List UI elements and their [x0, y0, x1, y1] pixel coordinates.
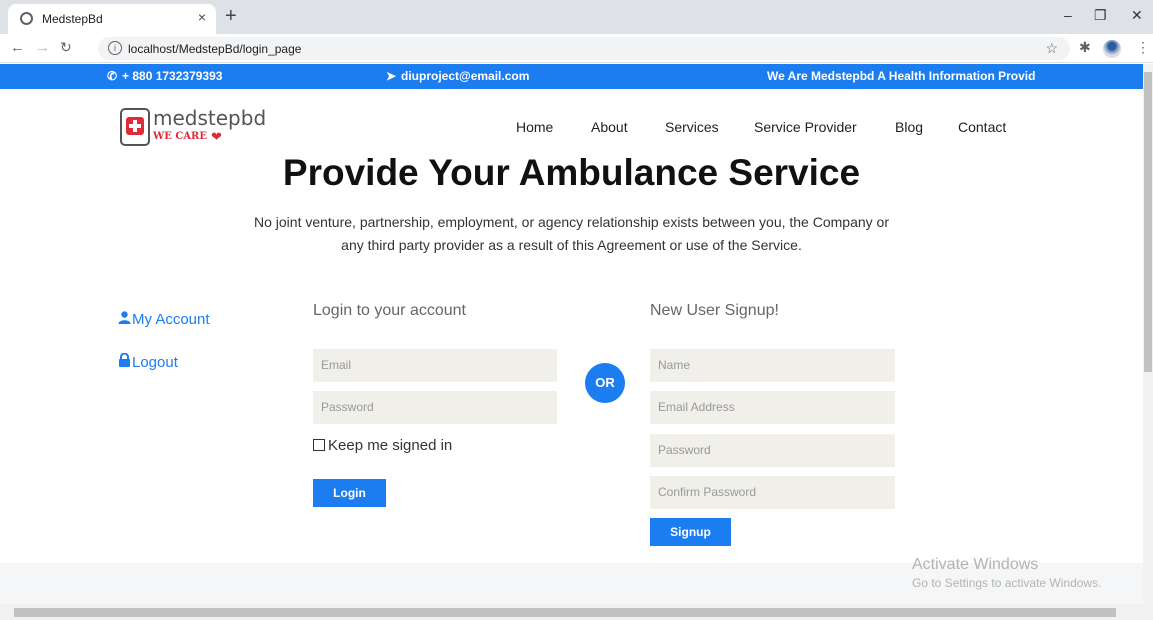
- activate-windows-title: Activate Windows: [912, 556, 1039, 573]
- vertical-scroll-thumb[interactable]: [1144, 72, 1152, 372]
- vertical-scrollbar[interactable]: [1143, 64, 1153, 604]
- menu-kebab-icon[interactable]: ⋮: [1136, 39, 1150, 56]
- keep-signed-in-label: Keep me signed in: [328, 437, 453, 454]
- keep-signed-in[interactable]: Keep me signed in: [313, 437, 452, 454]
- keep-signed-in-checkbox[interactable]: [313, 439, 325, 451]
- horizontal-scrollbar[interactable]: [0, 604, 1153, 620]
- browser-tab[interactable]: MedstepBd ×: [8, 4, 216, 34]
- sidebar-my-account[interactable]: My Account: [118, 311, 210, 328]
- forward-arrow-icon[interactable]: →: [35, 39, 50, 56]
- tab-close-icon[interactable]: ×: [198, 9, 206, 25]
- back-arrow-icon[interactable]: ←: [10, 39, 25, 56]
- window-close-icon[interactable]: ✕: [1131, 7, 1143, 24]
- login-password-input[interactable]: [313, 391, 557, 424]
- send-icon: ➤: [386, 69, 397, 83]
- heart-icon: ❤: [211, 129, 222, 144]
- tab-title: MedstepBd: [42, 12, 103, 26]
- site-logo[interactable]: medstepbd WE CARE ❤: [120, 106, 270, 148]
- signup-name-input[interactable]: [650, 349, 895, 382]
- profile-avatar[interactable]: [1103, 40, 1121, 58]
- tagline-marquee: We Are Medstepbd A Health Information Pr…: [767, 69, 1036, 83]
- description-line-1: No joint venture, partnership, employmen…: [253, 214, 889, 230]
- page-title: Provide Your Ambulance Service: [282, 152, 861, 193]
- nav-about[interactable]: About: [591, 119, 628, 135]
- url-text: localhost/MedstepBd/login_page: [128, 42, 302, 56]
- nav-service-provider[interactable]: Service Provider: [754, 119, 857, 135]
- signup-title: New User Signup!: [650, 302, 779, 319]
- horizontal-scroll-thumb[interactable]: [14, 608, 1116, 617]
- minimize-icon[interactable]: –: [1064, 7, 1072, 23]
- reload-icon[interactable]: ↻: [60, 39, 72, 56]
- my-account-label: My Account: [132, 311, 210, 328]
- lock-icon: [118, 352, 132, 371]
- info-icon[interactable]: i: [108, 41, 122, 55]
- signup-email-input[interactable]: [650, 391, 895, 424]
- phone-icon: ✆: [107, 69, 118, 83]
- description-line-2: any third party provider as a result of …: [341, 237, 802, 253]
- nav-contact[interactable]: Contact: [958, 119, 1006, 135]
- user-icon: [118, 311, 132, 328]
- medical-phone-icon: [120, 108, 150, 146]
- logo-tagline: WE CARE: [153, 131, 207, 142]
- extensions-puzzle-icon[interactable]: ✱: [1079, 39, 1091, 56]
- or-divider: OR: [585, 363, 625, 403]
- signup-password-input[interactable]: [650, 434, 895, 467]
- phone-number: + 880 1732379393: [122, 69, 223, 83]
- sidebar-logout[interactable]: Logout: [118, 352, 178, 371]
- restore-icon[interactable]: ❐: [1094, 7, 1107, 24]
- signup-button[interactable]: Signup: [650, 518, 731, 546]
- nav-home[interactable]: Home: [516, 119, 553, 135]
- activate-windows-subtitle: Go to Settings to activate Windows.: [912, 576, 1102, 590]
- nav-services[interactable]: Services: [665, 119, 719, 135]
- globe-icon: [20, 12, 33, 25]
- logo-name: medstepbd: [153, 106, 267, 130]
- new-tab-icon[interactable]: +: [225, 5, 237, 28]
- contact-email: diuproject@email.com: [401, 69, 530, 83]
- bookmark-star-icon[interactable]: ☆: [1045, 40, 1058, 57]
- address-bar[interactable]: i localhost/MedstepBd/login_page ☆: [98, 37, 1070, 60]
- login-email-input[interactable]: [313, 349, 557, 382]
- signup-confirm-password-input[interactable]: [650, 476, 895, 509]
- top-info-bar: ✆ + 880 1732379393 ➤ diuproject@email.co…: [0, 64, 1143, 89]
- browser-toolbar: ← → ↻ i localhost/MedstepBd/login_page ☆…: [0, 34, 1153, 63]
- browser-tab-bar: MedstepBd × + – ❐ ✕: [0, 0, 1153, 34]
- nav-blog[interactable]: Blog: [895, 119, 923, 135]
- login-button[interactable]: Login: [313, 479, 386, 507]
- login-title: Login to your account: [313, 302, 466, 319]
- page-description: No joint venture, partnership, employmen…: [190, 211, 953, 257]
- logout-label: Logout: [132, 354, 178, 371]
